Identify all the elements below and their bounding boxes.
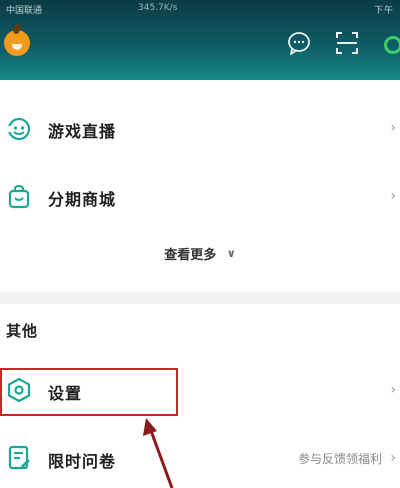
status-time: 下午: [373, 6, 394, 16]
scan-icon[interactable]: [334, 30, 360, 56]
game-live-icon: [6, 116, 32, 142]
survey-icon: [6, 444, 32, 470]
menu-item-limited-survey[interactable]: 限时问卷 参与反馈领福利 ›: [0, 432, 400, 488]
chevron-down-icon: ∨: [226, 247, 236, 260]
menu-item-label: 限时问卷: [48, 452, 117, 471]
chevron-right-icon: ›: [390, 188, 396, 204]
chevron-right-icon: ›: [390, 382, 396, 398]
section-divider: [0, 292, 400, 304]
status-bar: 中国联通 345.7K/s 下午: [0, 0, 400, 18]
menu-item-installment-mall[interactable]: 分期商城 ›: [0, 170, 400, 226]
see-more-button[interactable]: 查看更多 ∨: [0, 244, 400, 274]
avatar[interactable]: [4, 30, 30, 56]
network-speed: 345.7K/s: [138, 3, 178, 13]
top-header: 中国联通 345.7K/s 下午: [0, 0, 400, 80]
chevron-right-icon: ›: [390, 120, 396, 136]
section-title-other: 其他: [6, 322, 39, 340]
menu-item-label: 游戏直播: [48, 122, 117, 141]
menu-item-label: 分期商城: [48, 190, 117, 209]
chat-bubble-icon[interactable]: [286, 30, 312, 56]
survey-note: 参与反馈领福利: [297, 452, 382, 466]
chevron-right-icon: ›: [390, 450, 396, 466]
mall-bag-icon: [6, 184, 32, 210]
carrier-text: 中国联通: [6, 6, 43, 16]
see-more-label: 查看更多: [164, 248, 217, 263]
highlight-box: [0, 368, 178, 416]
green-circle-icon[interactable]: [384, 36, 400, 54]
menu-item-game-live[interactable]: 游戏直播 ›: [0, 102, 400, 158]
